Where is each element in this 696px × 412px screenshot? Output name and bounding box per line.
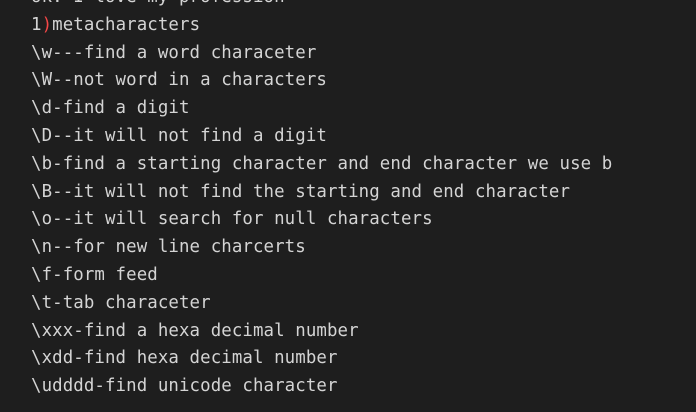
line-hex-xxx: \xxx-find a hexa decimal number <box>31 320 359 341</box>
heading-number: 1 <box>31 14 42 35</box>
line-tab: \t-tab characeter <box>31 292 211 313</box>
line-form-feed: \f-form feed <box>31 264 158 285</box>
line-new-line: \n--for new line charcerts <box>31 237 306 258</box>
heading-paren: ) <box>41 14 53 35</box>
editor-lines: ok. I love my profession 1)metacharacter… <box>31 0 612 401</box>
heading-text: metacharacters <box>52 14 201 35</box>
line-non-boundary: \B--it will not find the starting and en… <box>31 181 571 202</box>
line-digit: \d-find a digit <box>31 98 190 119</box>
line-unicode: \udddd-find unicode character <box>31 376 338 397</box>
line-null-char: \o--it will search for null characters <box>31 209 433 230</box>
line-word-char: \w---find a word characeter <box>31 42 317 63</box>
text-editor[interactable]: ok. I love my profession 1)metacharacter… <box>0 0 696 412</box>
line-non-digit: \D--it will not find a digit <box>31 125 327 146</box>
line-hex-xdd: \xdd-find hexa decimal number <box>31 348 338 369</box>
heading-line: 1)metacharacters <box>31 12 612 40</box>
line-non-word: \W--not word in a characters <box>31 70 327 91</box>
line-word-boundary: \b-find a starting character and end cha… <box>31 153 613 174</box>
partial-top-line: ok. I love my profession <box>31 0 612 12</box>
